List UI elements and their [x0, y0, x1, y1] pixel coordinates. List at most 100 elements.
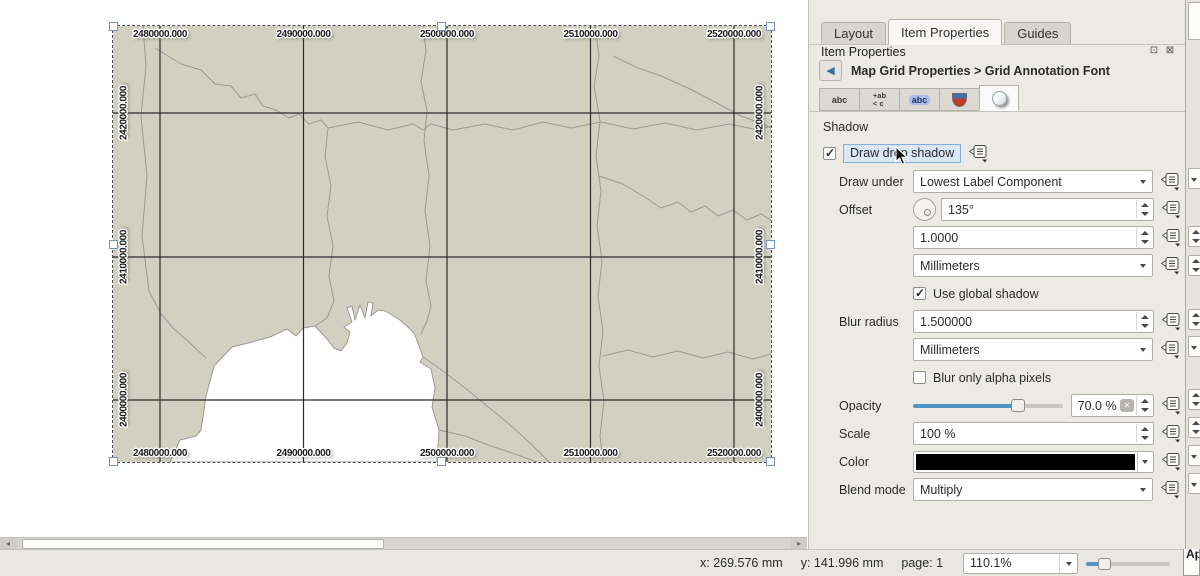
tab-buffer[interactable]: abc: [899, 88, 939, 111]
selection-handle-nw[interactable]: [109, 22, 118, 31]
map-item[interactable]: 2480000.0002480000.0002490000.0002490000…: [113, 26, 771, 462]
opacity-spinbox[interactable]: 70.0 % ✕: [1071, 394, 1154, 417]
tab-background[interactable]: [939, 88, 979, 111]
spin-up-icon: [1141, 231, 1149, 235]
color-swatch: [916, 454, 1135, 470]
data-defined-override-button[interactable]: [1160, 480, 1182, 499]
data-defined-override-button[interactable]: [1160, 256, 1182, 275]
shadow-color-button[interactable]: [913, 451, 1154, 473]
selection-handle-e[interactable]: [766, 240, 775, 249]
chevron-down-icon: [1191, 178, 1197, 182]
qgis-print-layout-window: 2480000.0002480000.0002490000.0002490000…: [0, 0, 1200, 576]
chevron-down-icon: [1140, 488, 1146, 492]
color-dropdown[interactable]: [1137, 452, 1153, 472]
widget-fragment: [1188, 473, 1200, 494]
spin-buttons[interactable]: [1136, 424, 1152, 443]
spin-down-icon: [1192, 430, 1200, 434]
offset-distance-row: 1.0000: [823, 226, 1183, 249]
selection-handle-w[interactable]: [109, 240, 118, 249]
draw-drop-shadow-checkbox[interactable]: [823, 147, 836, 160]
data-defined-override-button[interactable]: [1161, 396, 1183, 415]
close-panel-icon[interactable]: ⊠: [1164, 45, 1176, 57]
tab-item-properties[interactable]: Item Properties: [888, 19, 1002, 45]
page-indicator: page: 1: [901, 556, 943, 570]
data-defined-override-button[interactable]: [1161, 424, 1183, 443]
tab-formatting[interactable]: +ab< c: [859, 88, 899, 111]
blend-mode-label: Blend mode: [839, 483, 913, 497]
map-render: [113, 26, 771, 462]
blend-mode-select[interactable]: Multiply: [913, 478, 1153, 501]
offset-angle-dial[interactable]: [913, 198, 936, 221]
scrollbar-thumb[interactable]: [22, 539, 384, 549]
tab-divider: [809, 111, 1185, 112]
blend-mode-row: Blend mode Multiply: [823, 478, 1183, 501]
data-defined-override-button[interactable]: [1160, 172, 1182, 191]
tab-shadow[interactable]: [979, 85, 1019, 111]
data-defined-override-button[interactable]: [1161, 228, 1183, 247]
horizontal-scrollbar[interactable]: ◂ ▸: [0, 537, 807, 549]
selection-handle-n[interactable]: [437, 22, 446, 31]
selection-handle-se[interactable]: [766, 457, 775, 466]
blur-radius-label: Blur radius: [839, 315, 913, 329]
spin-down-icon: [1141, 240, 1149, 244]
cursor-position-readout: x: 269.576 mm y: 141.996 mm page: 1: [700, 556, 943, 570]
selection-handle-ne[interactable]: [766, 22, 775, 31]
panel-tab-bar: Layout Item Properties Guides: [821, 19, 1073, 45]
draw-under-select[interactable]: Lowest Label Component: [913, 170, 1153, 193]
chevron-down-icon: [1066, 562, 1072, 566]
tab-guides[interactable]: Guides: [1004, 22, 1071, 45]
blur-radius-spinbox[interactable]: 1.500000: [913, 310, 1154, 333]
grid-annotation: 2420000.000: [755, 86, 766, 140]
combo-arrow-box[interactable]: [1059, 554, 1077, 573]
blur-units-select[interactable]: Millimeters: [913, 338, 1153, 361]
spin-buttons[interactable]: [1136, 200, 1152, 219]
zoom-level-combobox[interactable]: 110.1%: [963, 553, 1078, 574]
blur-alpha-checkbox[interactable]: [913, 371, 926, 384]
zoom-slider[interactable]: [1086, 562, 1170, 566]
spin-up-icon: [1192, 230, 1200, 234]
tab-layout[interactable]: Layout: [821, 22, 886, 45]
scale-spinbox[interactable]: 100 %: [913, 422, 1154, 445]
tab-text[interactable]: abc: [819, 88, 859, 111]
back-button[interactable]: ◀: [819, 60, 842, 81]
spin-buttons[interactable]: [1136, 228, 1152, 247]
spin-buttons[interactable]: [1136, 396, 1152, 415]
selection-handle-sw[interactable]: [109, 457, 118, 466]
panel-title: Item Properties: [821, 45, 906, 59]
data-defined-override-button[interactable]: [1161, 312, 1183, 331]
offset-label: Offset: [839, 203, 913, 217]
scale-value: 100 %: [920, 427, 955, 441]
opacity-label: Opacity: [839, 399, 913, 413]
spin-buttons[interactable]: [1136, 312, 1152, 331]
shadow-settings: Shadow Draw drop shadow Draw under Lowes…: [823, 120, 1183, 506]
opacity-slider[interactable]: [913, 404, 1063, 408]
use-global-shadow-checkbox[interactable]: [913, 287, 926, 300]
spin-down-icon: [1141, 212, 1149, 216]
layout-canvas[interactable]: 2480000.0002480000.0002490000.0002490000…: [0, 0, 807, 537]
clear-value-icon[interactable]: ✕: [1120, 399, 1134, 412]
spin-down-icon: [1192, 239, 1200, 243]
offset-units-select[interactable]: Millimeters: [913, 254, 1153, 277]
spin-down-icon: [1192, 322, 1200, 326]
status-bar: x: 269.576 mm y: 141.996 mm page: 1 110.…: [0, 549, 1200, 576]
data-defined-override-button[interactable]: [1161, 452, 1183, 471]
selection-handle-s[interactable]: [437, 457, 446, 466]
offset-distance-spinbox[interactable]: 1.0000: [913, 226, 1154, 249]
blur-alpha-label[interactable]: Blur only alpha pixels: [933, 371, 1051, 385]
zoom-slider-handle[interactable]: [1098, 558, 1111, 570]
grid-annotation: 2400000.000: [119, 373, 130, 427]
offset-angle-spinbox[interactable]: 135°: [941, 198, 1154, 221]
grid-annotation: 2420000.000: [119, 86, 130, 140]
opacity-slider-handle[interactable]: [1011, 399, 1025, 412]
use-global-shadow-label[interactable]: Use global shadow: [933, 287, 1039, 301]
color-label: Color: [839, 455, 913, 469]
data-defined-override-button[interactable]: [968, 144, 990, 163]
draw-under-value: Lowest Label Component: [920, 175, 1062, 189]
offset-units-row: Millimeters: [823, 254, 1183, 277]
text-icon: abc: [832, 95, 848, 105]
blur-units-row: Millimeters: [823, 338, 1183, 361]
data-defined-override-button[interactable]: [1160, 340, 1182, 359]
data-defined-override-button[interactable]: [1161, 200, 1183, 219]
mouse-cursor: [895, 146, 911, 166]
float-panel-icon[interactable]: ⊡: [1148, 45, 1160, 57]
